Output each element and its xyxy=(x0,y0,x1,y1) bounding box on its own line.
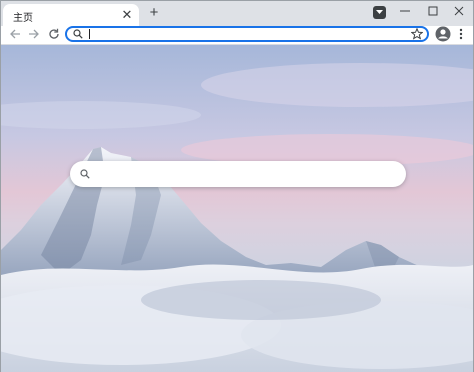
address-bar[interactable] xyxy=(65,26,429,42)
new-tab-page xyxy=(1,45,473,372)
tab-home[interactable]: 主页 ✕ xyxy=(3,4,139,26)
ntp-search-input[interactable] xyxy=(98,166,388,182)
menu-button[interactable] xyxy=(455,26,467,42)
close-icon[interactable]: ✕ xyxy=(119,7,135,23)
address-input[interactable] xyxy=(87,28,387,40)
reload-icon xyxy=(49,28,59,39)
tab-search-button[interactable] xyxy=(373,6,386,19)
search-icon xyxy=(73,29,83,39)
toolbar xyxy=(1,26,473,45)
tab-strip: 主页 ✕ + xyxy=(1,1,473,26)
back-arrow-icon xyxy=(10,29,20,39)
browser-window: 主页 ✕ + xyxy=(0,0,474,372)
tab-title: 主页 xyxy=(13,13,33,24)
account-icon xyxy=(435,26,451,42)
more-vert-icon xyxy=(459,28,463,40)
mountain-background-image xyxy=(1,63,473,372)
search-icon xyxy=(80,169,90,179)
back-button[interactable] xyxy=(7,26,23,42)
forward-arrow-icon xyxy=(29,29,39,39)
window-close-button[interactable] xyxy=(447,3,471,19)
close-icon xyxy=(454,6,464,16)
ntp-search-box[interactable] xyxy=(70,161,406,187)
maximize-button[interactable] xyxy=(421,3,445,19)
forward-button[interactable] xyxy=(26,26,42,42)
chevron-down-icon xyxy=(376,10,383,14)
minimize-icon xyxy=(400,10,410,12)
maximize-icon xyxy=(428,6,438,16)
plus-icon: + xyxy=(149,4,159,21)
minimize-button[interactable] xyxy=(393,3,417,19)
new-tab-button[interactable]: + xyxy=(146,5,162,21)
reload-button[interactable] xyxy=(46,26,62,42)
profile-button[interactable] xyxy=(435,26,451,42)
text-caret xyxy=(89,29,90,39)
star-icon[interactable] xyxy=(411,28,423,40)
